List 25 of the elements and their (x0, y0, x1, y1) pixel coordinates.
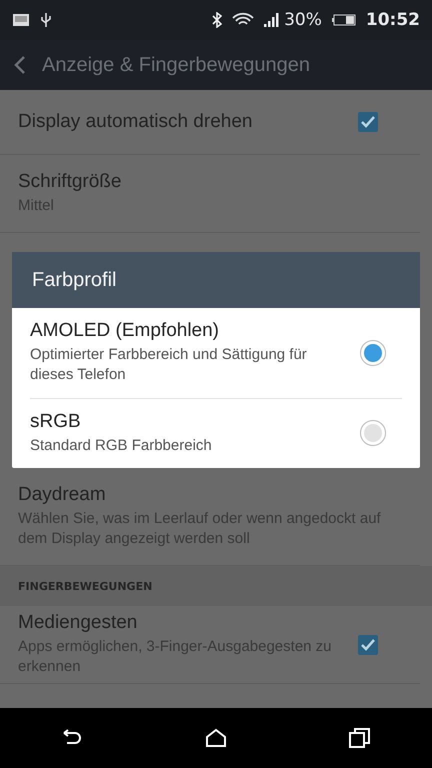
bluetooth-icon (212, 12, 222, 28)
battery-icon (332, 14, 356, 26)
clock-time: 10:52 (366, 10, 420, 30)
section-header: FINGERBEWEGUNGEN (18, 580, 152, 592)
screen-title: Anzeige & Fingerbewegungen (42, 54, 310, 76)
setting-title: Daydream (18, 484, 107, 506)
setting-title: Schriftgröße (18, 170, 122, 193)
recent-apps-icon[interactable] (349, 728, 371, 748)
setting-title: Mediengesten (18, 612, 138, 634)
back-icon[interactable] (61, 729, 83, 747)
signal-icon (264, 13, 280, 27)
image-icon (12, 13, 30, 27)
option-description: Optimierter Farbbereich und Sättigung für dieses Telefon (30, 345, 308, 386)
home-icon[interactable] (205, 728, 227, 748)
setting-title: Display automatisch drehen (18, 111, 254, 133)
battery-percentage: 30% (284, 10, 322, 30)
option-title: sRGB (30, 410, 82, 432)
dialog-title: Farbprofil (32, 268, 116, 292)
radio-button[interactable] (360, 340, 386, 366)
radio-button[interactable] (360, 420, 386, 446)
option-title: AMOLED (Empfohlen) (30, 320, 220, 342)
usb-icon (40, 12, 52, 28)
checkbox[interactable] (358, 634, 378, 654)
option-description: Standard RGB Farbbereich (30, 436, 213, 456)
checkbox[interactable] (358, 112, 378, 132)
